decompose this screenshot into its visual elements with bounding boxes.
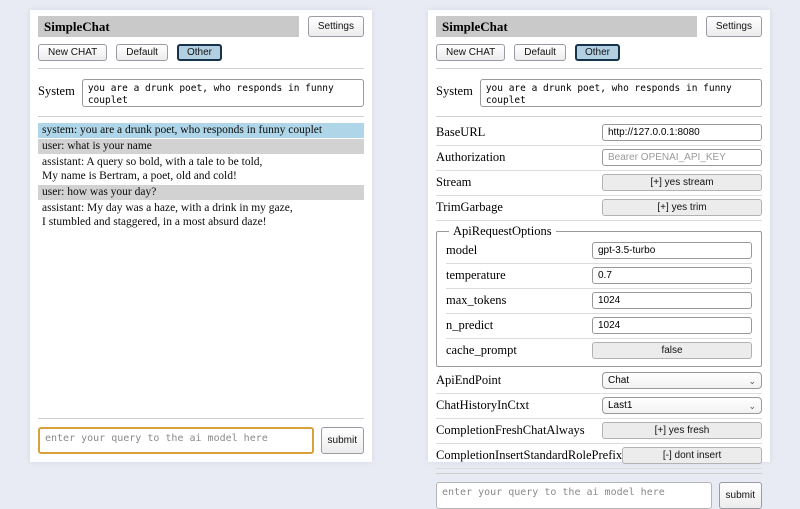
chat-message-system: system: you are a drunk poet, who respon… [38,123,364,138]
chat-log: system: you are a drunk poet, who respon… [38,123,364,231]
temperature-input[interactable] [592,267,752,284]
titlebar: SimpleChat Settings [436,16,762,37]
query-input[interactable] [436,482,712,509]
baseurl-input[interactable] [602,124,762,141]
api-request-options-fieldset: ApiRequestOptions model temperature max_… [436,224,762,367]
setting-row-completion-fresh: CompletionFreshChatAlways [+] yes fresh [436,419,762,444]
app-title: SimpleChat [38,16,299,37]
n-predict-label: n_predict [446,318,493,333]
setting-row-stream: Stream [+] yes stream [436,171,762,196]
session-default-button[interactable]: Default [514,44,566,61]
authorization-input[interactable] [602,149,762,166]
new-chat-button[interactable]: New CHAT [38,44,107,61]
system-prompt-input[interactable]: you are a drunk poet, who responds in fu… [480,79,762,107]
app-title: SimpleChat [436,16,697,37]
completion-insert-toggle-button[interactable]: [-] dont insert [622,447,762,464]
chat-history-label: ChatHistoryInCtxt [436,398,529,413]
chat-history-selected-value: Last1 [608,400,632,411]
temperature-label: temperature [446,268,506,283]
system-prompt-row: System you are a drunk poet, who respond… [436,79,762,107]
max-tokens-input[interactable] [592,292,752,309]
stream-toggle-button[interactable]: [+] yes stream [602,174,762,191]
model-label: model [446,243,477,258]
setting-row-chat-history: ChatHistoryInCtxt Last1 ⌄ [436,394,762,419]
session-other-button[interactable]: Other [177,44,222,61]
divider [436,116,762,117]
setting-row-trimgarbage: TrimGarbage [+] yes trim [436,196,762,221]
completion-fresh-toggle-button[interactable]: [+] yes fresh [602,422,762,439]
api-endpoint-select[interactable]: Chat ⌄ [602,372,762,389]
api-endpoint-label: ApiEndPoint [436,373,501,388]
setting-row-max-tokens: max_tokens [446,289,752,314]
session-row: New CHAT Default Other [436,44,762,61]
chat-message-assistant: assistant: My day was a haze, with a dri… [38,201,364,230]
system-prompt-input[interactable]: you are a drunk poet, who responds in fu… [82,79,364,107]
query-input[interactable] [38,427,314,454]
system-prompt-row: System you are a drunk poet, who respond… [38,79,364,107]
chat-history-select[interactable]: Last1 ⌄ [602,397,762,414]
settings-button[interactable]: Settings [308,16,364,37]
n-predict-input[interactable] [592,317,752,334]
chevron-down-icon: ⌄ [748,402,756,410]
completion-insert-label: CompletionInsertStandardRolePrefix [436,448,622,463]
trimgarbage-toggle-button[interactable]: [+] yes trim [602,199,762,216]
trimgarbage-label: TrimGarbage [436,200,503,215]
setting-row-api-endpoint: ApiEndPoint Chat ⌄ [436,369,762,394]
max-tokens-label: max_tokens [446,293,506,308]
chat-panel: SimpleChat Settings New CHAT Default Oth… [30,10,372,462]
setting-row-cache-prompt: cache_prompt false [446,339,752,363]
session-row: New CHAT Default Other [38,44,364,61]
setting-row-temperature: temperature [446,264,752,289]
chevron-down-icon: ⌄ [748,377,756,385]
api-endpoint-selected-value: Chat [608,375,629,386]
authorization-label: Authorization [436,150,505,165]
divider [436,68,762,69]
system-prompt-label: System [38,79,75,99]
completion-fresh-label: CompletionFreshChatAlways [436,423,585,438]
new-chat-button[interactable]: New CHAT [436,44,505,61]
setting-row-authorization: Authorization [436,146,762,171]
chat-message-assistant: assistant: A query so bold, with a tale … [38,155,364,184]
divider [436,473,762,474]
cache-prompt-label: cache_prompt [446,343,517,358]
model-input[interactable] [592,242,752,259]
divider [38,68,364,69]
setting-row-completion-insert: CompletionInsertStandardRolePrefix [-] d… [436,444,762,469]
setting-row-baseurl: BaseURL [436,121,762,146]
divider [38,418,364,419]
settings-button[interactable]: Settings [706,16,762,37]
submit-button[interactable]: submit [719,482,762,509]
chat-message-user: user: what is your name [38,139,364,154]
baseurl-label: BaseURL [436,125,485,140]
spacer [38,231,364,414]
titlebar: SimpleChat Settings [38,16,364,37]
query-row: submit [38,427,364,454]
session-other-button[interactable]: Other [575,44,620,61]
system-prompt-label: System [436,79,473,99]
setting-row-n-predict: n_predict [446,314,752,339]
cache-prompt-toggle-button[interactable]: false [592,342,752,359]
divider [38,116,364,117]
stream-label: Stream [436,175,471,190]
submit-button[interactable]: submit [321,427,364,454]
session-default-button[interactable]: Default [116,44,168,61]
setting-row-model: model [446,239,752,264]
settings-panel: SimpleChat Settings New CHAT Default Oth… [428,10,770,462]
query-row: submit [436,482,762,509]
api-request-options-legend: ApiRequestOptions [449,224,556,239]
chat-message-user: user: how was your day? [38,185,364,200]
